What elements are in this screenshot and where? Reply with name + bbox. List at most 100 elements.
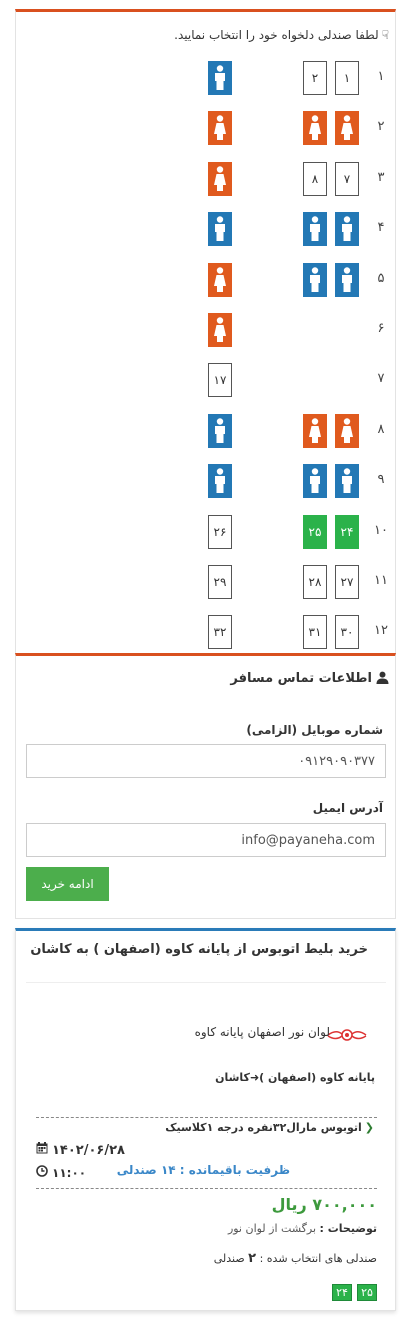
chosen-seat-chip: ۲۵ bbox=[357, 1284, 377, 1301]
seat-available[interactable]: ۷ bbox=[335, 162, 359, 196]
seat-occupied-female bbox=[208, 263, 232, 297]
ticket-description: توضیحات : برگشت از لوان نور bbox=[228, 1222, 377, 1235]
row-number: ۳ bbox=[377, 170, 385, 185]
clock-icon bbox=[36, 1165, 48, 1180]
seat-occupied-female bbox=[208, 162, 232, 196]
seat-occupied-female bbox=[208, 313, 232, 347]
seat-available[interactable]: ۲۸ bbox=[303, 565, 327, 599]
male-passenger-icon bbox=[308, 468, 322, 494]
seat-selected[interactable]: ۲۵ bbox=[303, 515, 327, 549]
contact-title-text: اطلاعات تماس مسافر bbox=[230, 671, 372, 686]
seat-selection-panel: ☟لطفا صندلی دلخواه خود را انتخاب نمایید.… bbox=[15, 9, 396, 654]
seat-occupied-male bbox=[208, 212, 232, 246]
row-number: ۵ bbox=[377, 271, 385, 286]
row-number: ۷ bbox=[377, 371, 385, 386]
route-text: پایانه کاوه (اصفهان )➜کاشان bbox=[215, 1071, 375, 1084]
seat-available[interactable]: ۱۷ bbox=[208, 363, 232, 397]
male-passenger-icon bbox=[340, 468, 354, 494]
description-value: برگشت از لوان نور bbox=[227, 1222, 320, 1235]
seat-occupied-male bbox=[335, 464, 359, 498]
seat-occupied-female bbox=[208, 111, 232, 145]
hand-pointer-icon: ☟ bbox=[381, 28, 389, 42]
seat-occupied-female bbox=[303, 111, 327, 145]
row-number: ۱۲ bbox=[374, 623, 388, 638]
dashed-divider bbox=[36, 1117, 377, 1118]
seat-available[interactable]: ۳۲ bbox=[208, 615, 232, 649]
seat-selected[interactable]: ۲۴ bbox=[335, 515, 359, 549]
male-passenger-icon bbox=[213, 65, 227, 91]
male-passenger-icon bbox=[340, 216, 354, 242]
row-number: ۲ bbox=[377, 119, 385, 134]
ticket-summary-panel: خرید بلیط اتوبوس از پایانه کاوه (اصفهان … bbox=[15, 928, 396, 1311]
seat-occupied-male bbox=[335, 263, 359, 297]
seat-available[interactable]: ۲۹ bbox=[208, 565, 232, 599]
female-passenger-icon bbox=[340, 115, 354, 141]
seat-occupied-male bbox=[208, 61, 232, 95]
chosen-count: ۲ bbox=[248, 1251, 257, 1266]
seat-occupied-male bbox=[303, 464, 327, 498]
row-number: ۸ bbox=[377, 422, 385, 437]
seat-available[interactable]: ۲۶ bbox=[208, 515, 232, 549]
row-number: ۱۰ bbox=[374, 523, 388, 538]
row-number: ۴ bbox=[377, 220, 385, 235]
continue-purchase-button[interactable]: ادامه خرید bbox=[26, 867, 109, 901]
seat-available[interactable]: ۱ bbox=[335, 61, 359, 95]
seat-occupied-male bbox=[303, 212, 327, 246]
bus-type: ❮اتوبوس مارال۳۲نفره درجه ۱کلاسیک bbox=[165, 1121, 374, 1134]
female-passenger-icon bbox=[213, 166, 227, 192]
departure-time-text: ۱۱:۰۰ bbox=[52, 1165, 87, 1180]
female-passenger-icon bbox=[213, 267, 227, 293]
chosen-suffix: صندلی bbox=[213, 1252, 249, 1265]
remaining-capacity: ظرفیت باقیمانده : ۱۴ صندلی bbox=[116, 1163, 290, 1177]
row-number: ۱ bbox=[377, 69, 385, 84]
seat-occupied-male bbox=[335, 212, 359, 246]
ticket-price: ۷۰۰,۰۰۰ ریال bbox=[271, 1195, 377, 1214]
female-passenger-icon bbox=[213, 115, 227, 141]
departure-time: ۱۱:۰۰ bbox=[36, 1165, 86, 1180]
divider bbox=[26, 982, 386, 983]
contact-title: اطلاعات تماس مسافر bbox=[230, 671, 389, 688]
seat-occupied-male bbox=[208, 464, 232, 498]
female-passenger-icon bbox=[308, 418, 322, 444]
company-logo-icon bbox=[326, 1027, 368, 1047]
seat-occupied-male bbox=[303, 263, 327, 297]
departure-date: ۱۴۰۲/۰۶/۲۸ bbox=[36, 1142, 125, 1158]
description-key: توضیحات : bbox=[319, 1222, 378, 1235]
row-number: ۶ bbox=[377, 321, 385, 336]
seat-available[interactable]: ۳۱ bbox=[303, 615, 327, 649]
female-passenger-icon bbox=[340, 418, 354, 444]
male-passenger-icon bbox=[308, 267, 322, 293]
user-icon bbox=[376, 671, 389, 688]
seat-available[interactable]: ۲۷ bbox=[335, 565, 359, 599]
company-name: لوان نور اصفهان پایانه کاوه bbox=[194, 1025, 330, 1039]
email-input[interactable] bbox=[26, 823, 386, 857]
mobile-label: شماره موبایل (الزامی) bbox=[246, 723, 383, 737]
chosen-seats-summary: صندلی های انتخاب شده : ۲ صندلی bbox=[214, 1251, 377, 1266]
seat-instruction: ☟لطفا صندلی دلخواه خود را انتخاب نمایید. bbox=[174, 28, 389, 42]
email-label: آدرس ایمیل bbox=[312, 801, 383, 815]
row-number: ۹ bbox=[377, 472, 385, 487]
seat-available[interactable]: ۲ bbox=[303, 61, 327, 95]
male-passenger-icon bbox=[308, 216, 322, 242]
departure-date-text: ۱۴۰۲/۰۶/۲۸ bbox=[52, 1142, 125, 1158]
ticket-title: خرید بلیط اتوبوس از پایانه کاوه (اصفهان … bbox=[30, 942, 368, 957]
seat-available[interactable]: ۸ bbox=[303, 162, 327, 196]
seat-occupied-female bbox=[335, 111, 359, 145]
mobile-input[interactable] bbox=[26, 744, 386, 778]
calendar-icon bbox=[36, 1142, 48, 1158]
contact-panel: اطلاعات تماس مسافر شماره موبایل (الزامی)… bbox=[15, 653, 396, 919]
female-passenger-icon bbox=[308, 115, 322, 141]
bus-type-text: اتوبوس مارال۳۲نفره درجه ۱کلاسیک bbox=[165, 1121, 362, 1134]
seat-available[interactable]: ۳۰ bbox=[335, 615, 359, 649]
dashed-divider bbox=[36, 1188, 377, 1189]
female-passenger-icon bbox=[213, 317, 227, 343]
chosen-prefix: صندلی های انتخاب شده : bbox=[256, 1252, 377, 1265]
chevron-left-icon: ❮ bbox=[364, 1121, 374, 1134]
seat-occupied-male bbox=[208, 414, 232, 448]
male-passenger-icon bbox=[213, 418, 227, 444]
male-passenger-icon bbox=[213, 216, 227, 242]
chosen-seat-chip: ۲۴ bbox=[332, 1284, 352, 1301]
seat-occupied-female bbox=[303, 414, 327, 448]
seat-instruction-text: لطفا صندلی دلخواه خود را انتخاب نمایید. bbox=[174, 28, 379, 42]
male-passenger-icon bbox=[340, 267, 354, 293]
